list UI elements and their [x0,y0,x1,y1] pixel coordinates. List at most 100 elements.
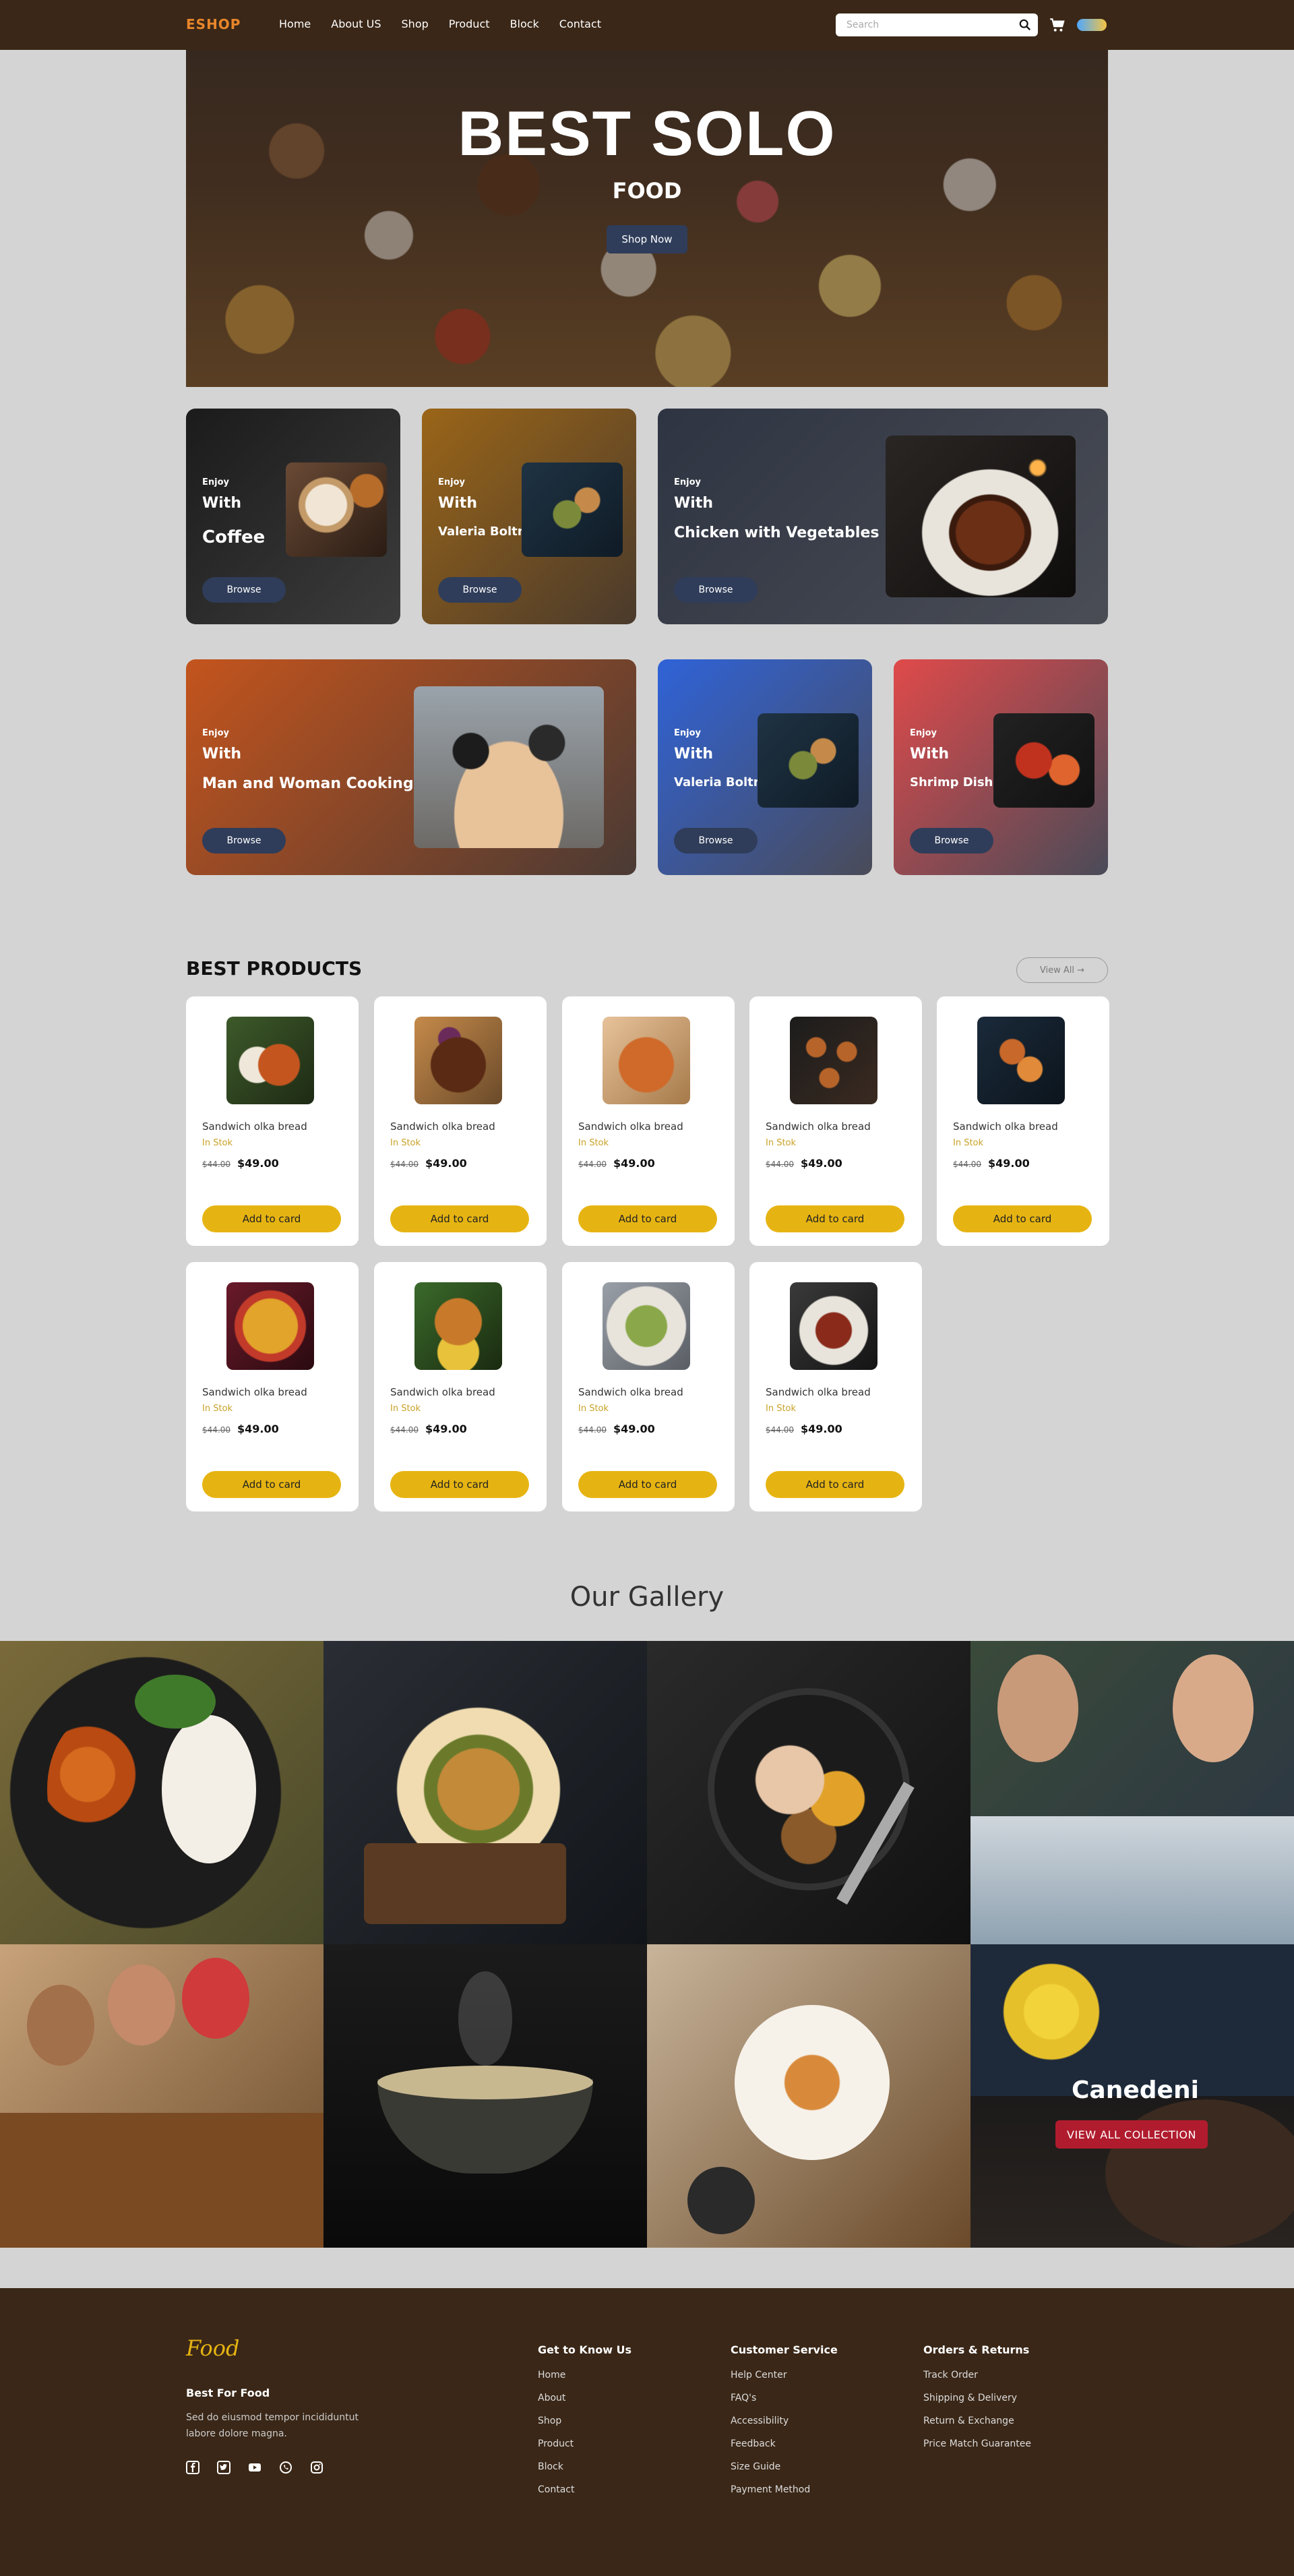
search-input[interactable] [846,18,1008,32]
gallery-image-family-pizza[interactable] [0,1944,324,2248]
product-name: Sandwich olka bread [578,1120,683,1133]
whatsapp-icon[interactable] [279,2461,292,2474]
product-price: $49.00 [801,1157,842,1170]
theme-toggle[interactable] [1077,19,1107,31]
footer-link-help-center[interactable]: Help Center [731,2370,838,2380]
shop-now-button[interactable]: Shop Now [607,225,687,253]
hero-banner: BEST SOLO FOOD Shop Now [186,50,1108,387]
nav-link-shop[interactable]: Shop [402,18,429,30]
product-card[interactable]: Sandwich olka bread In Stok $44.00 $49.0… [186,1262,359,1511]
view-all-label: View All [1039,965,1075,976]
view-all-collection-button[interactable]: VIEW ALL COLLECTION [1055,2120,1208,2149]
promo-card-coffee[interactable]: Enjoy With Coffee Browse [186,409,400,624]
instagram-icon[interactable] [310,2461,324,2474]
site-logo[interactable]: ESHOP [186,16,241,32]
product-price: $49.00 [425,1422,467,1435]
footer-column-title: Orders & Returns [923,2343,1030,2356]
footer-link-price-match[interactable]: Price Match Guarantee [923,2438,1031,2449]
footer-link-faqs[interactable]: FAQ's [731,2393,838,2403]
product-old-price: $44.00 [766,1160,794,1169]
footer-link-home[interactable]: Home [538,2370,631,2380]
promo-card-valeria-1[interactable]: Enjoy With Valeria Boltneva Browse [422,409,636,624]
browse-button[interactable]: Browse [674,577,758,603]
add-to-cart-button[interactable]: Add to card [390,1205,529,1232]
add-to-cart-button[interactable]: Add to card [390,1471,529,1498]
nav-link-home[interactable]: Home [279,18,311,30]
promo-image-skewers-2 [758,713,859,808]
product-old-price: $44.00 [766,1425,794,1435]
promo-image-skewers [522,462,623,557]
product-stock: In Stok [202,1138,233,1148]
product-card[interactable]: Sandwich olka bread In Stok $44.00 $49.0… [562,1262,735,1511]
footer-link-shipping-delivery[interactable]: Shipping & Delivery [923,2393,1031,2403]
gallery-image-chicken-rice[interactable] [0,1641,324,1944]
footer-link-return-exchange[interactable]: Return & Exchange [923,2416,1031,2426]
add-to-cart-button[interactable]: Add to card [578,1205,717,1232]
search-icon[interactable] [1019,19,1031,31]
add-to-cart-button[interactable]: Add to card [202,1471,341,1498]
gallery-image-burrito[interactable] [324,1641,647,1944]
product-card[interactable]: Sandwich olka bread In Stok $44.00 $49.0… [374,996,547,1246]
site-footer: Food Best For Food Sed do eiusmod tempor… [0,2288,1294,2576]
add-to-cart-button[interactable]: Add to card [953,1205,1092,1232]
footer-logo[interactable]: Food [186,2335,239,2361]
browse-button[interactable]: Browse [674,828,758,853]
add-to-cart-button[interactable]: Add to card [766,1471,904,1498]
gallery-image-soup-bowl[interactable] [324,1944,647,2248]
add-to-cart-button[interactable]: Add to card [766,1205,904,1232]
footer-link-accessibility[interactable]: Accessibility [731,2416,838,2426]
footer-link-size-guide[interactable]: Size Guide [731,2461,838,2472]
browse-button[interactable]: Browse [910,828,993,853]
promo-enjoy: Enjoy [910,728,937,738]
nav-link-product[interactable]: Product [449,18,490,30]
promo-card-cooking[interactable]: Enjoy With Man and Woman Cooking Browse [186,659,636,875]
promo-name: Shrimp Dish [910,775,993,789]
footer-link-contact[interactable]: Contact [538,2484,631,2495]
product-name: Sandwich olka bread [202,1386,307,1398]
gallery-image-spaghetti[interactable] [647,1944,970,2248]
product-stock: In Stok [766,1138,797,1148]
promo-enjoy: Enjoy [202,477,229,487]
product-card[interactable]: Sandwich olka bread In Stok $44.00 $49.0… [562,996,735,1246]
footer-link-about[interactable]: About [538,2393,631,2403]
gallery-image-friends-dinner[interactable] [970,1641,1294,1944]
footer-link-product[interactable]: Product [538,2438,631,2449]
promo-card-shrimp[interactable]: Enjoy With Shrimp Dish Browse [894,659,1108,875]
promo-image-cooking [414,686,604,848]
product-image [977,1017,1065,1104]
product-price: $49.00 [801,1422,842,1435]
product-card[interactable]: Sandwich olka bread In Stok $44.00 $49.0… [186,996,359,1246]
product-stock: In Stok [578,1138,609,1148]
nav-link-block[interactable]: Block [510,18,539,30]
browse-button[interactable]: Browse [202,577,286,603]
product-card[interactable]: Sandwich olka bread In Stok $44.00 $49.0… [937,996,1109,1246]
product-image [414,1282,502,1370]
product-card[interactable]: Sandwich olka bread In Stok $44.00 $49.0… [374,1262,547,1511]
footer-link-shop[interactable]: Shop [538,2416,631,2426]
youtube-icon[interactable] [248,2461,261,2474]
hero-title: BEST SOLO [458,98,836,169]
add-to-cart-button[interactable]: Add to card [578,1471,717,1498]
nav-link-contact[interactable]: Contact [559,18,601,30]
promo-card-chicken[interactable]: Enjoy With Chicken with Vegetables Brows… [658,409,1108,624]
browse-button[interactable]: Browse [202,828,286,853]
facebook-icon[interactable] [186,2461,199,2474]
footer-link-payment-method[interactable]: Payment Method [731,2484,838,2495]
gallery-image-salad-bowl[interactable] [647,1641,970,1944]
view-all-button[interactable]: View All → [1016,957,1108,983]
footer-link-block[interactable]: Block [538,2461,631,2472]
product-card[interactable]: Sandwich olka bread In Stok $44.00 $49.0… [749,1262,922,1511]
product-card[interactable]: Sandwich olka bread In Stok $44.00 $49.0… [749,996,922,1246]
footer-link-track-order[interactable]: Track Order [923,2370,1031,2380]
hero-subtitle: FOOD [612,178,682,204]
footer-column-get-to-know: Get to Know Us Home About Shop Product B… [538,2343,631,2507]
gallery-title: Our Gallery [569,1582,725,1613]
browse-button[interactable]: Browse [438,577,522,603]
twitter-icon[interactable] [217,2461,230,2474]
add-to-cart-button[interactable]: Add to card [202,1205,341,1232]
nav-link-about[interactable]: About US [331,18,381,30]
promo-card-valeria-2[interactable]: Enjoy With Valeria Boltneva Browse [658,659,872,875]
product-name: Sandwich olka bread [390,1120,495,1133]
footer-link-feedback[interactable]: Feedback [731,2438,838,2449]
cart-icon[interactable] [1049,16,1066,34]
